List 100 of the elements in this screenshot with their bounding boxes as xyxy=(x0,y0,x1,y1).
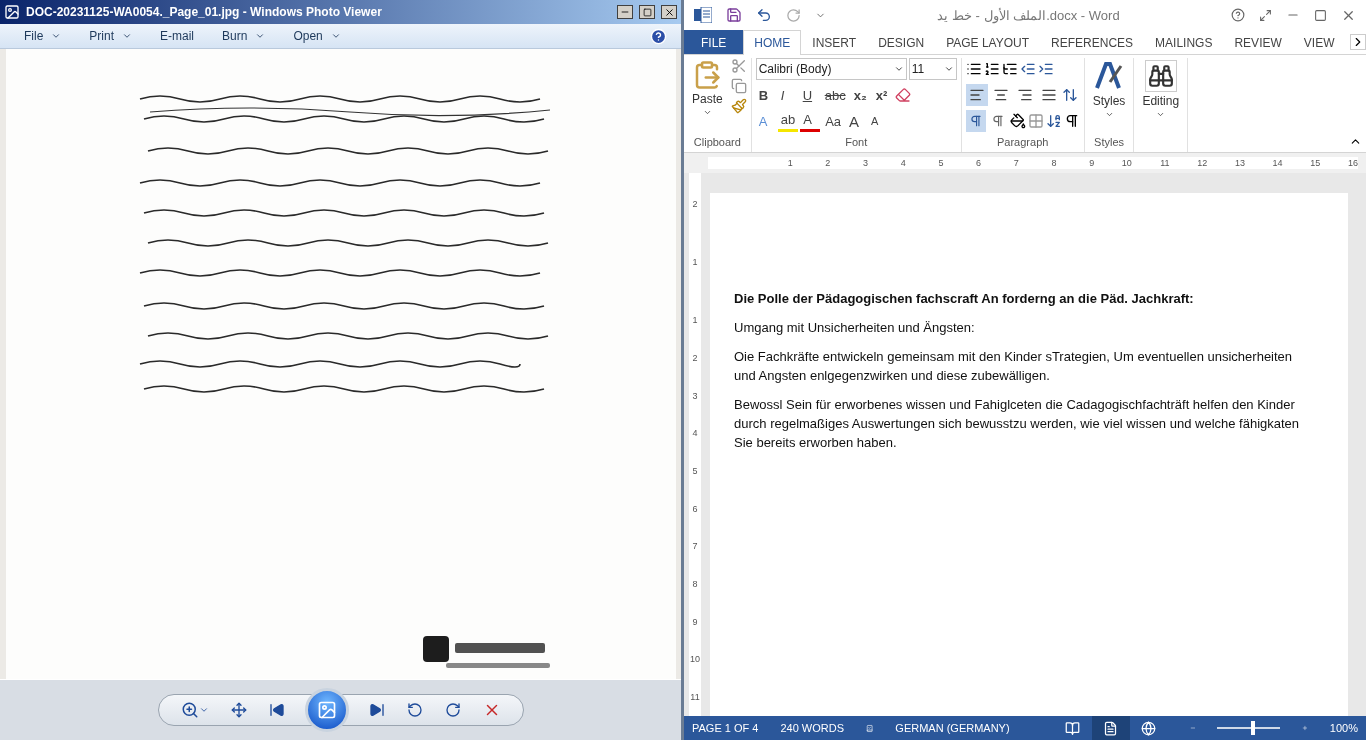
web-view-icon xyxy=(1141,720,1157,736)
strikethrough-button[interactable]: abc xyxy=(821,84,849,106)
ruler-number: 11 xyxy=(1159,158,1170,168)
ruler-number: 8 xyxy=(692,578,698,592)
ruler-number: 10 xyxy=(690,653,700,667)
close-button[interactable] xyxy=(661,5,677,19)
font-size-field[interactable]: 11 xyxy=(908,58,957,80)
word-count[interactable]: 240 WORDS xyxy=(780,722,844,734)
read-view-icon xyxy=(1065,720,1081,736)
cut-icon[interactable] xyxy=(730,58,747,74)
copy-icon[interactable] xyxy=(730,78,747,94)
ruler-number: 8 xyxy=(1050,158,1057,168)
ruler-number: 1 xyxy=(692,255,698,269)
align-left-icon xyxy=(968,87,985,103)
caret-icon xyxy=(198,705,209,715)
menu-item[interactable]: File xyxy=(14,27,72,45)
ruler-number: 1 xyxy=(692,314,698,328)
italic-button[interactable]: I xyxy=(777,84,798,106)
format-painter-icon[interactable] xyxy=(730,98,747,114)
ruler-number: 5 xyxy=(692,465,698,479)
font-name-field[interactable]: Calibri (Body) xyxy=(755,58,907,80)
language[interactable]: GERMAN (GERMANY) xyxy=(895,722,1010,734)
caret-icon xyxy=(943,64,954,74)
page-count[interactable]: PAGE 1 OF 4 xyxy=(692,722,759,734)
minimize-button[interactable] xyxy=(617,5,633,19)
caret-icon xyxy=(1156,110,1166,119)
rotate-left-icon xyxy=(406,702,423,718)
maximize-icon[interactable] xyxy=(1314,8,1327,22)
increase-indent-icon[interactable] xyxy=(1037,61,1054,77)
save-icon[interactable] xyxy=(726,7,742,23)
caret-icon xyxy=(330,31,341,41)
ribbon-display-icon[interactable] xyxy=(1259,8,1272,22)
paragraph: Bewossl Sein für erworbenes wissen und Fahiglceten die Cadagogischfachträft helfen den Kinder durch regelmaßiges Auswertungen sich bewusstzu werden, wie viel wissen und welche fähigkaten Sie bereits erworben haben. xyxy=(734,396,1301,452)
shrink-font-button[interactable]: A xyxy=(868,110,889,132)
menu-item[interactable]: Print xyxy=(79,27,143,45)
sort-icon[interactable] xyxy=(1045,113,1062,129)
decrease-indent-icon[interactable] xyxy=(1019,61,1036,77)
maximize-icon xyxy=(642,7,652,17)
ruler-number: 6 xyxy=(692,502,698,516)
binoculars-icon xyxy=(1144,60,1177,92)
slideshow-button[interactable] xyxy=(304,688,349,732)
print-view-button[interactable] xyxy=(1091,716,1130,740)
rotate-right-icon xyxy=(444,702,461,718)
ltr-button[interactable] xyxy=(965,110,986,132)
ruler-number: 11 xyxy=(690,691,700,705)
undo-icon[interactable] xyxy=(756,7,772,23)
menu-item[interactable]: Open xyxy=(283,27,351,45)
ruler-number: 9 xyxy=(1088,158,1095,168)
multilevel-list-icon[interactable] xyxy=(1001,61,1018,77)
grow-font-button[interactable]: A xyxy=(846,110,867,132)
ruler-number: 9 xyxy=(692,615,698,629)
editing-button[interactable]: Editing xyxy=(1138,58,1184,152)
group-label: Styles xyxy=(1093,136,1125,150)
menu-item[interactable]: E-mail xyxy=(150,27,205,45)
styles-button[interactable]: Styles xyxy=(1088,58,1130,136)
scroll-right-icon[interactable] xyxy=(1350,34,1366,50)
shading-icon[interactable] xyxy=(1009,113,1026,129)
caret-icon xyxy=(1104,110,1114,119)
ruler-number: 2 xyxy=(692,197,698,211)
file-tab[interactable]: FILE xyxy=(684,30,744,54)
app-icon xyxy=(4,4,20,20)
ruler-number: 2 xyxy=(692,352,698,366)
paragraph: Oie Fachkräfte entwickeln gemeinsam mit den Kinder sTrategien, Um eventuellen unsicherheiten und Angsten enlgegenzwirken und diese zubewälligen. xyxy=(734,348,1294,385)
help-icon[interactable] xyxy=(1231,8,1245,22)
align-left-button[interactable] xyxy=(965,84,988,106)
caret-icon xyxy=(51,31,62,41)
print-view-icon xyxy=(1103,720,1119,736)
ribbon-tab[interactable]: HOME xyxy=(743,30,802,55)
align-center-icon xyxy=(992,87,1009,103)
ruler-number: 6 xyxy=(975,158,982,168)
paragraph: Umgang mit Unsicherheiten und Ängsten: xyxy=(734,319,976,337)
paste-button[interactable]: Paste xyxy=(688,58,727,136)
font-color-button[interactable]: A xyxy=(800,110,821,132)
window-title: DOC-20231125-WA0054._Page_01.jpg - Windows Photo Viewer xyxy=(26,5,383,19)
ruler-number: 4 xyxy=(692,427,698,441)
superscript-button[interactable]: x² xyxy=(872,84,893,106)
numbering-icon[interactable] xyxy=(983,61,1000,77)
ruler-number: 16 xyxy=(1347,158,1358,168)
bold-button[interactable]: B xyxy=(755,84,776,106)
close-icon xyxy=(663,6,675,18)
zoom-level[interactable]: 100% xyxy=(1329,722,1358,734)
ruler-number: 3 xyxy=(862,158,869,168)
subscript-button[interactable]: x₂ xyxy=(850,84,871,106)
menu-item[interactable]: Burn xyxy=(212,27,276,45)
ruler-number: 10 xyxy=(1120,158,1132,168)
window-title: الملف الأول - خط يد.docx - Word xyxy=(936,7,1121,23)
change-case-button[interactable]: Aa xyxy=(822,110,845,132)
caret-icon xyxy=(255,31,266,41)
ruler-number: 3 xyxy=(692,389,698,403)
maximize-button[interactable] xyxy=(639,5,655,19)
next-icon xyxy=(368,702,385,718)
underline-button[interactable]: U xyxy=(799,84,820,106)
slider-thumb[interactable] xyxy=(1251,721,1256,735)
ruler-number: 5 xyxy=(937,158,944,168)
group-label: Paragraph xyxy=(996,136,1050,150)
paragraph: Die Polle der Pädagogischen fachscraft An forderng an die Päd. Jachkraft: xyxy=(734,290,1195,308)
highlight-button[interactable]: ab xyxy=(777,110,799,132)
clear-formatting-icon[interactable] xyxy=(894,87,911,103)
bullets-icon[interactable] xyxy=(965,61,982,77)
line-spacing-icon[interactable] xyxy=(1061,87,1078,103)
